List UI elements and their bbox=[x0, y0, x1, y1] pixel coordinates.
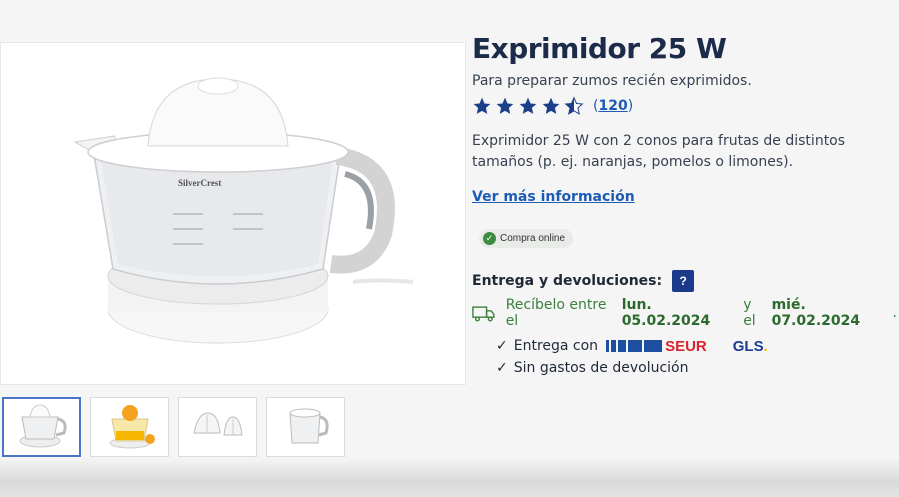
gls-logo: GLS. bbox=[732, 337, 768, 355]
returns-label: Sin gastos de devolución bbox=[513, 360, 689, 376]
thumbnail-gallery bbox=[2, 397, 345, 457]
delivery-prefix: Recíbelo entre el bbox=[505, 297, 607, 329]
bottom-shadow bbox=[0, 458, 899, 497]
product-title: Exprimidor 25 W bbox=[472, 32, 727, 65]
review-count: 120 bbox=[598, 98, 628, 114]
badge-label: Compra online bbox=[500, 233, 566, 244]
check-circle-icon: ✓ bbox=[483, 232, 496, 245]
thumbnail-juice-icon bbox=[109, 405, 155, 449]
thumbnail-2[interactable] bbox=[90, 397, 169, 457]
bullet-shipping: ✓ Entrega con SEUR GLS. bbox=[496, 335, 897, 357]
delivery-date-from: lun. 05.02.2024 bbox=[621, 297, 711, 329]
product-description: Exprimidor 25 W con 2 conos para frutas … bbox=[472, 133, 846, 170]
delivery-date-to: mié. 07.02.2024 bbox=[771, 297, 861, 329]
star-icon bbox=[473, 97, 491, 114]
product-subtitle: Para preparar zumos recién exprimidos. bbox=[472, 73, 752, 89]
bullet-returns: ✓ Sin gastos de devolución bbox=[496, 357, 897, 379]
delivery-header: Entrega y devoluciones: ? bbox=[472, 270, 897, 292]
truck-icon bbox=[472, 305, 495, 321]
main-product-image[interactable]: SilverCrest bbox=[0, 42, 466, 385]
product-info: Exprimidor 25 W Para preparar zumos reci… bbox=[472, 32, 897, 379]
delivery-help-button[interactable]: ? bbox=[672, 270, 695, 292]
thumbnail-juicer-icon bbox=[19, 404, 67, 448]
delivery-bullets: ✓ Entrega con SEUR GLS. ✓ Sin gastos de … bbox=[496, 335, 897, 379]
more-info-link[interactable]: Ver más información bbox=[472, 189, 635, 205]
seur-text: SEUR bbox=[665, 337, 707, 355]
delivery-connector: y el bbox=[743, 297, 756, 329]
juicer-illustration: SilverCrest bbox=[73, 77, 413, 343]
shipping-label: Entrega con bbox=[513, 338, 599, 354]
gls-text: GLS bbox=[732, 337, 764, 355]
check-icon: ✓ bbox=[496, 360, 508, 376]
brand-label: SilverCrest bbox=[178, 178, 221, 188]
thumbnail-1[interactable] bbox=[2, 397, 81, 457]
star-icon bbox=[519, 97, 537, 114]
delivery-estimate: Recíbelo entre el lun. 05.02.2024 y el m… bbox=[472, 297, 897, 329]
rating[interactable]: (120) bbox=[472, 96, 897, 116]
star-half-icon bbox=[564, 96, 584, 115]
star-icon bbox=[496, 97, 514, 114]
delivery-suffix: . bbox=[892, 305, 897, 321]
thumbnail-cones-icon bbox=[192, 412, 243, 436]
thumbnail-4[interactable] bbox=[266, 397, 345, 457]
delivery-title: Entrega y devoluciones: bbox=[472, 273, 663, 289]
review-count-link[interactable]: (120) bbox=[593, 98, 633, 114]
star-icon bbox=[542, 97, 560, 114]
thumbnail-3[interactable] bbox=[178, 397, 257, 457]
online-purchase-badge: ✓ Compra online bbox=[479, 229, 574, 248]
check-icon: ✓ bbox=[496, 338, 508, 354]
thumbnail-jug-icon bbox=[288, 408, 329, 444]
seur-logo: SEUR bbox=[606, 338, 707, 355]
seur-bars-icon bbox=[606, 340, 663, 352]
